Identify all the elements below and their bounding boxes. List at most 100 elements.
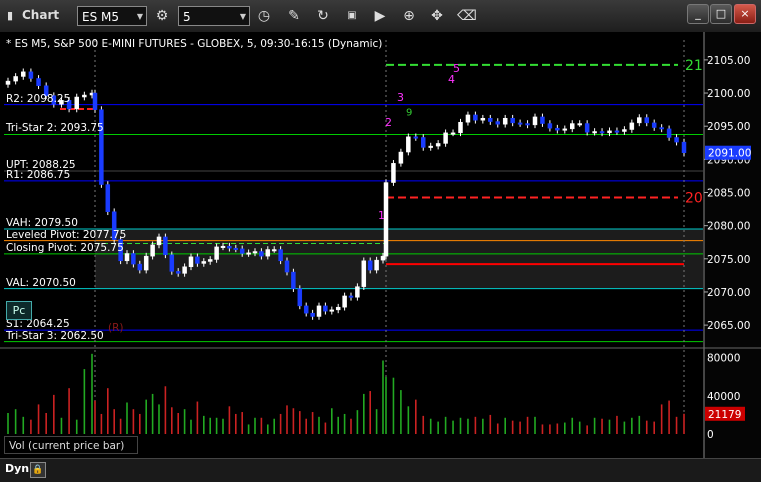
candle-body [584,123,590,133]
candle-body [74,96,79,110]
candle-body [271,249,277,252]
target-label-1: 20 [685,190,703,206]
pencil-icon[interactable]: ✎ [283,5,305,27]
level-label-r2: R2: 2098.25 [6,92,71,105]
candle-body [284,260,290,273]
candle-body [659,127,664,130]
candle-body [310,312,315,317]
restore-button[interactable]: □ [710,4,732,24]
candle-body [143,255,149,271]
candle-body [239,248,245,254]
candle-body [291,271,296,289]
price-tick-label: 2065.00 [707,320,750,332]
candle-body [607,130,612,134]
volume-tick-label: 0 [707,429,714,441]
candle-body [502,117,508,125]
candle-body [614,130,620,133]
candle-body [681,141,687,153]
sequence-label: 4 [448,73,455,86]
candle-body [599,131,605,134]
clock-icon[interactable]: ◷ [253,5,275,27]
candle-body [303,305,309,314]
chevron-down-icon[interactable]: ▼ [240,7,246,27]
candle-body [82,94,87,98]
target-label-0: 21 [685,58,703,74]
sequence-label: 1 [378,209,385,222]
candle-body [406,136,411,153]
volume-tick-label: 40000 [707,391,740,403]
price-tick-label: 2080.00 [707,221,750,233]
candle-body [488,117,493,122]
symbol-field[interactable]: ES M5 ▼ [77,6,147,26]
candle-body [532,116,538,126]
candle-body [443,132,448,144]
candle-body [214,246,219,260]
price-tick-label: 2085.00 [707,188,750,200]
close-button[interactable]: × [734,4,756,24]
candle-body [651,122,657,128]
candle-body [342,295,347,308]
candle-body [207,259,213,262]
price-tick-label: 2070.00 [707,287,750,299]
candle-body [380,255,386,261]
eraser-icon[interactable]: ⌫ [456,5,478,27]
candle-body [555,127,560,131]
play-icon[interactable]: ▶ [369,5,391,27]
candle-body [335,306,341,311]
candle-body [644,117,649,124]
candle-body [169,254,175,272]
candle-body [517,122,523,125]
value-area-shade [95,228,703,289]
candle-body [525,123,530,126]
candle-body [348,295,354,298]
candle-body [137,263,143,271]
chevron-down-icon[interactable]: ▼ [137,7,143,27]
dynamic-mode-label: Dyn [5,462,30,475]
candle-body [562,128,568,131]
candle-body [666,128,672,138]
price-tick-label: 2095.00 [707,121,750,133]
symbol-value: ES M5 [82,10,120,24]
candle-body [398,151,404,164]
candle-body [367,260,373,271]
settings-gear-icon[interactable]: ⚙ [151,5,173,27]
pc-button[interactable]: Pc [6,301,32,320]
crosshair-icon[interactable]: ⊕ [398,5,420,27]
move-icon[interactable]: ✥ [426,5,448,27]
timeframe-field[interactable]: 5 ▼ [178,6,250,26]
candle-body [28,71,34,79]
candle-body [355,286,360,298]
sequence-label: 3 [397,91,404,104]
candle-body [570,123,575,130]
level-label-tristar2: Tri-Star 2: 2093.75 [6,122,104,135]
price-tick-label: 2075.00 [707,254,750,266]
candle-body [105,184,111,212]
candle-body [182,266,187,274]
level-label-tristar3: Tri-Star 3: 2062.50 [6,329,104,342]
minimize-button[interactable]: _ [687,4,709,24]
candle-body [220,245,226,248]
candle-body [233,247,239,250]
window-title: Chart [22,8,60,22]
candle-body [195,256,200,264]
price-tick-label: 2105.00 [707,55,750,67]
level-label-r1: R1: 2086.75 [6,168,71,181]
refresh-icon[interactable]: ↻ [312,5,334,27]
candle-body [13,76,18,82]
candle-body [175,271,181,274]
candle-body [413,136,419,139]
candle-body [99,109,104,185]
candle-body [124,253,130,262]
volume-tick-label: 80000 [707,353,740,365]
candle-body [592,131,597,134]
green-count-label: 9 [406,108,412,119]
data-window-icon[interactable]: ▣ [341,5,363,27]
candle-body [622,129,627,132]
candle-body [450,132,456,135]
lock-icon[interactable]: 🔒 [30,462,46,478]
chart-header: * ES M5, S&P 500 E-MINI FUTURES - GLOBEX… [6,38,383,50]
candle-body [374,259,379,271]
candle-body [421,137,426,148]
candle-body [391,163,396,183]
candle-body [36,78,41,86]
